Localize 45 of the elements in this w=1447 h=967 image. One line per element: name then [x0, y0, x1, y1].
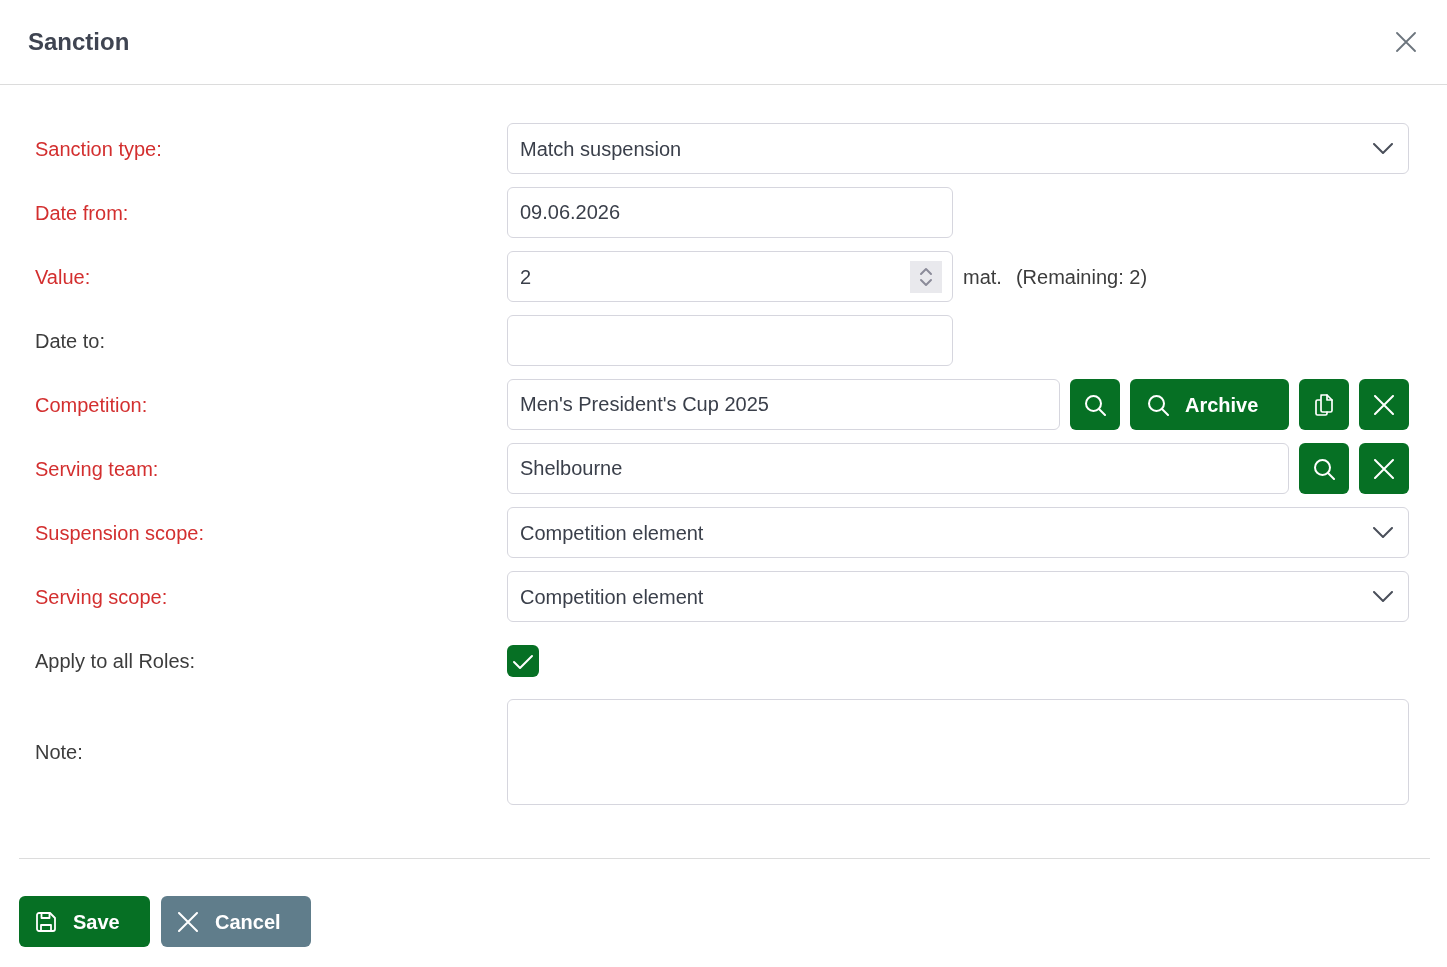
lookup-field[interactable]: Shelbourne [507, 443, 1289, 494]
field-label: Date to: [35, 328, 107, 353]
dropdown-field[interactable]: Competition element [507, 571, 1409, 622]
clear-button[interactable] [1359, 443, 1409, 494]
copy-button[interactable] [1299, 379, 1349, 430]
close-icon [178, 911, 198, 932]
close-icon [1374, 458, 1394, 479]
chevron-down-icon [1373, 143, 1393, 154]
search-button[interactable] [1299, 443, 1349, 494]
archive-button[interactable]: Archive [1130, 379, 1289, 430]
remaining-text: (Remaining: 2) [1015, 264, 1148, 290]
date-field[interactable] [507, 315, 953, 366]
field-label: Note: [35, 740, 84, 764]
field-label: Sanction type: [35, 136, 163, 161]
field-label: Date from: [35, 200, 130, 225]
field-label: Apply to all Roles: [35, 648, 197, 673]
dialog-title: Sanction [28, 27, 130, 57]
close-button[interactable] [1396, 32, 1416, 52]
close-icon [1396, 32, 1416, 52]
search-icon [1313, 457, 1335, 480]
chevron-down-icon [1373, 591, 1393, 602]
search-icon [1147, 393, 1169, 416]
dropdown-field[interactable]: Competition element [507, 507, 1409, 558]
search-icon [1084, 393, 1106, 416]
field-label: Competition: [35, 392, 149, 417]
number-field[interactable]: 2 [507, 251, 953, 302]
spinner-arrows-icon[interactable] [910, 260, 942, 293]
dropdown-field[interactable]: Match suspension [507, 123, 1409, 174]
save-button[interactable]: Save [19, 896, 150, 947]
unit-label: mat. [963, 264, 1002, 290]
copy-icon [1315, 393, 1333, 416]
save-icon [36, 911, 56, 932]
lookup-field[interactable]: Men's President's Cup 2025 [507, 379, 1060, 430]
clear-button[interactable] [1359, 379, 1409, 430]
note-field[interactable] [507, 699, 1409, 805]
chevron-down-icon [1373, 527, 1393, 538]
date-field[interactable]: 09.06.2026 [507, 187, 953, 238]
search-button[interactable] [1070, 379, 1120, 430]
cancel-button[interactable]: Cancel [161, 896, 311, 947]
field-label: Suspension scope: [35, 520, 205, 545]
field-label: Serving scope: [35, 584, 169, 609]
field-label: Serving team: [35, 456, 160, 481]
close-icon [1374, 394, 1394, 415]
checkbox[interactable] [507, 644, 539, 677]
field-label: Value: [35, 264, 92, 289]
